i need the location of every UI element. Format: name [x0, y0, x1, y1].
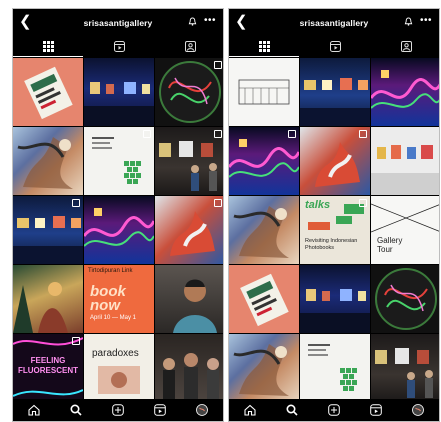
posts-grid: Tirtodipuran Link book now April 10 — May …	[13, 58, 223, 400]
create-plus-icon[interactable]	[327, 403, 341, 417]
bottom-nav	[13, 399, 223, 421]
tagged-icon	[184, 40, 196, 52]
post-thumbnail[interactable]	[155, 334, 223, 400]
carousel-icon	[72, 337, 80, 345]
post-thumbnail[interactable]: Gallery Tour	[371, 196, 439, 264]
poster-text: book now	[90, 283, 126, 314]
search-icon[interactable]	[69, 403, 83, 417]
carousel-icon	[359, 199, 367, 207]
post-thumbnail[interactable]: FEELING FLUORESCENT	[13, 334, 83, 400]
profile-header: ❮ srisasantigallery •••	[229, 9, 439, 35]
post-thumbnail[interactable]	[84, 196, 154, 264]
home-icon[interactable]	[243, 403, 257, 417]
post-thumbnail[interactable]: paradoxes	[84, 334, 154, 400]
post-thumbnail[interactable]	[155, 127, 223, 195]
post-thumbnail[interactable]	[155, 265, 223, 333]
post-thumbnail[interactable]	[300, 58, 370, 126]
tab-grid[interactable]	[13, 35, 83, 57]
post-thumbnail[interactable]	[84, 127, 154, 195]
tab-reels[interactable]	[300, 35, 370, 57]
post-thumbnail[interactable]: talks Revisiting Indonesian Photobooks	[300, 196, 370, 264]
tab-tagged[interactable]	[155, 35, 223, 57]
poster-text: April 10 — May 1	[90, 315, 137, 321]
post-thumbnail[interactable]: Tirtodipuran Link book now April 10 — May …	[84, 265, 154, 333]
avatar[interactable]	[195, 403, 209, 417]
post-thumbnail[interactable]	[13, 265, 83, 333]
post-thumbnail[interactable]	[13, 127, 83, 195]
phone-screen-right: ❮ srisasantigallery ••• talks Revisiting…	[228, 8, 440, 422]
profile-tabs	[13, 35, 223, 57]
post-thumbnail[interactable]	[13, 58, 83, 126]
tab-grid[interactable]	[229, 35, 299, 57]
post-thumbnail[interactable]	[155, 58, 223, 126]
home-icon[interactable]	[27, 403, 41, 417]
grid-icon	[258, 40, 270, 52]
reels-icon	[329, 40, 341, 52]
post-thumbnail[interactable]	[155, 196, 223, 264]
post-thumbnail[interactable]	[229, 334, 299, 400]
bottom-nav	[229, 399, 439, 421]
post-thumbnail[interactable]	[229, 265, 299, 333]
post-thumbnail[interactable]	[229, 196, 299, 264]
tagged-icon	[400, 40, 412, 52]
poster-text: Gallery Tour	[377, 236, 403, 254]
carousel-icon	[214, 130, 222, 138]
bell-icon[interactable]	[404, 17, 413, 26]
more-options-icon[interactable]: •••	[204, 16, 216, 26]
post-thumbnail[interactable]	[300, 127, 370, 195]
search-icon[interactable]	[285, 403, 299, 417]
carousel-icon	[214, 199, 222, 207]
post-thumbnail[interactable]	[229, 127, 299, 195]
poster-text: Tirtodipuran Link	[88, 268, 133, 274]
tab-reels[interactable]	[84, 35, 154, 57]
post-thumbnail[interactable]	[300, 265, 370, 333]
avatar[interactable]	[411, 403, 425, 417]
carousel-icon	[288, 130, 296, 138]
carousel-icon	[214, 61, 222, 69]
post-thumbnail[interactable]	[300, 334, 370, 400]
post-thumbnail[interactable]	[13, 196, 83, 264]
create-plus-icon[interactable]	[111, 403, 125, 417]
post-thumbnail[interactable]	[371, 265, 439, 333]
post-thumbnail[interactable]	[84, 58, 154, 126]
poster-text: FEELING FLUORESCENT	[18, 356, 78, 375]
posts-grid: talks Revisiting Indonesian Photobooks Gal…	[229, 58, 439, 400]
post-thumbnail[interactable]	[371, 58, 439, 126]
reels-nav-icon[interactable]	[153, 403, 167, 417]
poster-text: Revisiting Indonesian Photobooks	[305, 238, 358, 251]
post-thumbnail[interactable]	[229, 58, 299, 126]
bell-icon[interactable]	[188, 17, 197, 26]
profile-header: ❮ srisasantigallery •••	[13, 9, 223, 35]
carousel-icon	[143, 130, 151, 138]
carousel-icon	[72, 199, 80, 207]
post-thumbnail[interactable]	[371, 334, 439, 400]
reels-nav-icon[interactable]	[369, 403, 383, 417]
grid-icon	[42, 40, 54, 52]
profile-tabs	[229, 35, 439, 57]
more-options-icon[interactable]: •••	[420, 16, 432, 26]
carousel-icon	[359, 130, 367, 138]
tab-tagged[interactable]	[371, 35, 439, 57]
reels-icon	[113, 40, 125, 52]
phone-screen-left: ❮ srisasantigallery ••• Tirtodipuran Lin…	[12, 8, 224, 422]
post-thumbnail[interactable]	[371, 127, 439, 195]
